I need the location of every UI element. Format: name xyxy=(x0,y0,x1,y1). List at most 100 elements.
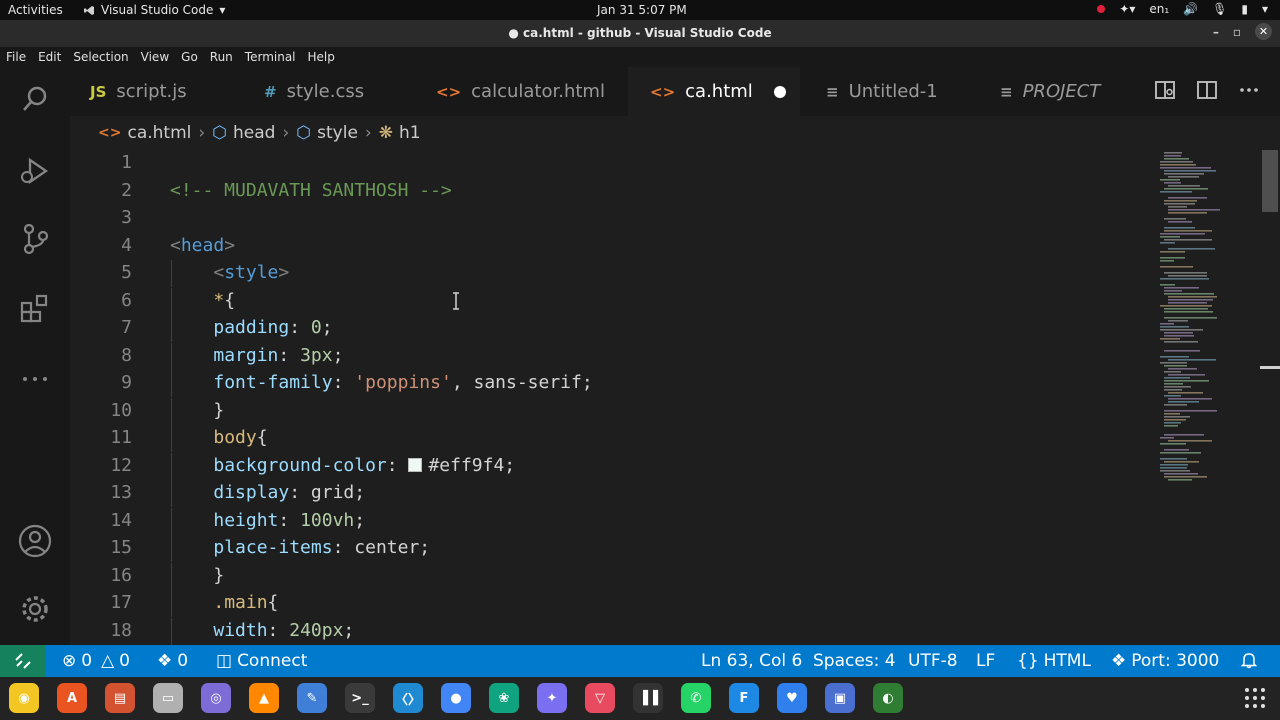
code-line[interactable]: 14 height: 100vh; xyxy=(70,507,1140,535)
accessibility-icon[interactable]: ✦▾ xyxy=(1119,2,1135,16)
code-line[interactable]: 3 xyxy=(70,205,1140,232)
menu-go[interactable]: Go xyxy=(181,50,198,64)
gemini-icon[interactable]: ✦ xyxy=(537,683,567,713)
app-center-icon[interactable]: A xyxy=(57,683,87,713)
code-line[interactable]: 5 <style> xyxy=(70,260,1140,287)
split-editor-icon[interactable] xyxy=(1196,79,1218,101)
tab-ca-html[interactable]: <> ca.html xyxy=(628,67,800,116)
language-mode[interactable]: {} HTML xyxy=(1017,651,1091,671)
remote-indicator[interactable] xyxy=(0,645,46,677)
ports-indicator[interactable]: ❖ 0 xyxy=(157,651,188,671)
keyboard-layout[interactable]: en₁ xyxy=(1149,2,1169,16)
app-menu[interactable]: Visual Studio Code ▾ xyxy=(84,3,225,17)
account-icon[interactable] xyxy=(17,523,53,559)
scrollbar-thumb[interactable] xyxy=(1262,150,1278,212)
vertical-scrollbar[interactable] xyxy=(1260,150,1280,645)
unsaved-dot-icon[interactable] xyxy=(774,86,786,98)
more-actions-icon[interactable] xyxy=(1238,79,1260,101)
text-editor-icon[interactable]: ✎ xyxy=(297,683,327,713)
minimize-icon[interactable]: – xyxy=(1213,25,1219,39)
breadcrumb-style[interactable]: style xyxy=(317,123,358,143)
menu-help[interactable]: Help xyxy=(308,50,335,64)
indentation-indicator[interactable]: Spaces: 4 xyxy=(813,651,896,671)
files-icon[interactable]: ▭ xyxy=(153,683,183,713)
menu-terminal[interactable]: Terminal xyxy=(245,50,296,64)
menu-view[interactable]: View xyxy=(141,50,169,64)
figma-like-icon[interactable]: F xyxy=(729,683,759,713)
breadcrumb-h1[interactable]: h1 xyxy=(399,123,421,143)
menu-edit[interactable]: Edit xyxy=(38,50,61,64)
color-swatch[interactable] xyxy=(408,457,423,472)
code-line[interactable]: 2 <!-- MUDAVATH SANTHOSH --> xyxy=(70,178,1140,205)
minimap[interactable] xyxy=(1152,150,1260,645)
system-tray[interactable]: ✦▾ en₁ 🔊 🎙 ▮ ▾ xyxy=(1097,2,1268,16)
code-line[interactable]: 7 padding: 0; xyxy=(70,315,1140,342)
code-line[interactable]: 1 xyxy=(70,150,1140,177)
breadcrumb-head[interactable]: head xyxy=(233,123,275,143)
chrome-icon[interactable]: ● xyxy=(441,683,471,713)
breadcrumb-file[interactable]: ca.html xyxy=(127,123,191,143)
vlc-icon[interactable]: ▲ xyxy=(249,683,279,713)
screen-capture-icon[interactable]: ▣ xyxy=(825,683,855,713)
vivaldi-icon[interactable]: ▽ xyxy=(585,683,615,713)
code-line[interactable]: 9 font-family: 'poppins', sans-serif; xyxy=(70,370,1140,397)
open-preview-icon[interactable] xyxy=(1154,79,1176,101)
code-editor[interactable]: 1 2 <!-- MUDAVATH SANTHOSH --> 3 4 <head> 5 <s… xyxy=(70,150,1280,645)
menu-file[interactable]: File xyxy=(6,50,26,64)
chat-app-icon[interactable]: ♥ xyxy=(777,683,807,713)
code-line[interactable]: 12 background-color: #eff9f4; xyxy=(70,452,1140,480)
volume-icon[interactable]: 🔊 xyxy=(1183,2,1198,16)
tab-style-css[interactable]: # style.css xyxy=(242,67,414,116)
code-token: body xyxy=(213,427,257,448)
live-server-port[interactable]: ❖ Port: 3000 xyxy=(1111,651,1219,671)
tab-project[interactable]: ≡ PROJECT xyxy=(972,67,1152,116)
minimap-line xyxy=(1160,161,1193,163)
menu-selection[interactable]: Selection xyxy=(73,50,128,64)
vscode-icon[interactable]: 〈〉 xyxy=(393,683,423,713)
extensions-icon[interactable] xyxy=(17,291,53,327)
code-line[interactable]: 10 } xyxy=(70,397,1140,425)
app-grid-icon[interactable] xyxy=(1244,687,1266,709)
encoding-indicator[interactable]: UTF-8 xyxy=(908,651,958,671)
power-menu-icon[interactable]: ▾ xyxy=(1262,2,1268,16)
problems-indicator[interactable]: ⊗ 0 △ 0 xyxy=(62,651,130,671)
whatsapp-icon[interactable]: ✆ xyxy=(681,683,711,713)
close-icon[interactable]: ✕ xyxy=(1255,23,1272,40)
browser-icon[interactable]: ◐ xyxy=(873,683,903,713)
clock[interactable]: Jan 31 5:07 PM xyxy=(597,3,687,17)
code-line[interactable]: 13 display: grid; xyxy=(70,480,1140,507)
code-line[interactable]: 6 *{ xyxy=(70,287,1140,315)
code-line[interactable]: 17 .main{ xyxy=(70,590,1140,617)
code-line[interactable]: 16 } xyxy=(70,562,1140,590)
code-line[interactable]: 18 width: 240px; xyxy=(70,617,1140,645)
chatgpt-icon[interactable]: ❀ xyxy=(489,683,519,713)
code-line[interactable]: 8 margin: 3px; xyxy=(70,342,1140,370)
code-line[interactable]: 4 <head> xyxy=(70,233,1140,260)
broadcast-icon: ❖ xyxy=(157,651,173,671)
microphone-icon[interactable]: 🎙 xyxy=(1212,2,1227,16)
cursor-position[interactable]: Ln 63, Col 6 xyxy=(701,651,802,671)
rhythmbox-icon[interactable]: ◉ xyxy=(9,683,39,713)
search-icon[interactable] xyxy=(17,81,53,117)
screenshot-icon[interactable]: ◎ xyxy=(201,683,231,713)
gear-icon[interactable] xyxy=(17,591,53,627)
tab-untitled-1[interactable]: ≡ Untitled-1 xyxy=(800,67,972,116)
terminal-icon[interactable]: >_ xyxy=(345,683,375,713)
bell-icon[interactable] xyxy=(1240,651,1258,669)
tab-calculator-html[interactable]: <> calculator.html xyxy=(414,67,628,116)
source-control-icon[interactable] xyxy=(17,221,53,257)
eol-indicator[interactable]: LF xyxy=(976,651,995,671)
audio-app-icon[interactable]: ▐▐ xyxy=(633,683,663,713)
maximize-icon[interactable]: ▫ xyxy=(1233,25,1241,39)
libreoffice-impress-icon[interactable]: ▤ xyxy=(105,683,135,713)
code-line[interactable]: 15 place-items: center; xyxy=(70,535,1140,562)
more-icon[interactable] xyxy=(17,361,53,397)
tab-script-js[interactable]: JS script.js xyxy=(70,67,242,116)
activities-button[interactable]: Activities xyxy=(8,3,63,17)
window-title-bar[interactable]: ● ca.html - github - Visual Studio Code … xyxy=(0,20,1280,47)
connect-button[interactable]: ◫ Connect xyxy=(216,651,307,671)
menu-run[interactable]: Run xyxy=(210,50,233,64)
battery-icon[interactable]: ▮ xyxy=(1241,2,1248,16)
code-line[interactable]: 11 body{ xyxy=(70,425,1140,452)
run-debug-icon[interactable] xyxy=(17,153,53,189)
